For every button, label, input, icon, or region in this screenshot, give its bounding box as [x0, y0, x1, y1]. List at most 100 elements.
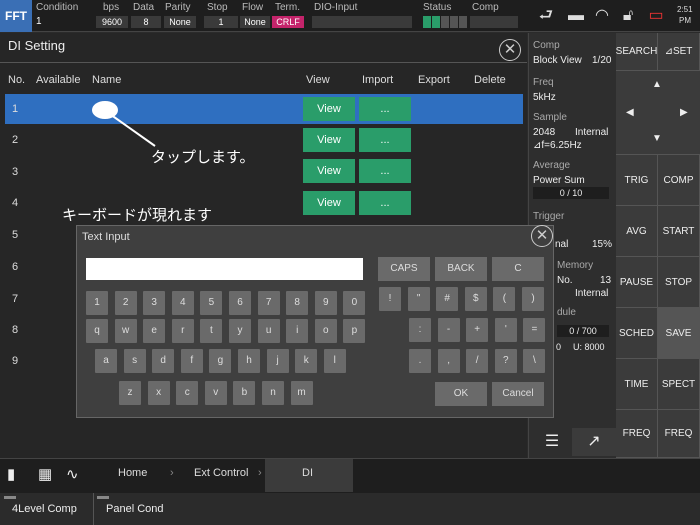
cancel-button[interactable]: Cancel	[492, 382, 544, 406]
import-button[interactable]: ...	[359, 97, 411, 121]
close-keyboard-button[interactable]: ✕	[531, 225, 553, 247]
key[interactable]: k	[295, 349, 318, 373]
arrow-left-icon[interactable]: ◀	[626, 107, 634, 118]
caps-key[interactable]: CAPS	[378, 257, 430, 281]
key[interactable]: m	[290, 381, 313, 405]
key[interactable]: 7	[257, 291, 280, 315]
list-icon[interactable]: ☰	[533, 428, 571, 456]
view-button[interactable]: View	[303, 191, 355, 215]
key[interactable]: 2	[114, 291, 137, 315]
start-button[interactable]: START	[658, 206, 700, 257]
key[interactable]: 8	[286, 291, 309, 315]
key[interactable]: j	[266, 349, 289, 373]
key[interactable]: $	[464, 287, 487, 311]
key[interactable]: !	[379, 287, 401, 311]
key[interactable]: 6	[229, 291, 251, 315]
key[interactable]: v	[204, 381, 227, 405]
view-button[interactable]: View	[303, 128, 355, 152]
key[interactable]: /	[466, 349, 489, 373]
arrow-up-icon[interactable]: ▲	[652, 79, 662, 90]
stop-button[interactable]: STOP	[658, 257, 700, 308]
import-button[interactable]: ...	[359, 159, 411, 183]
key[interactable]: =	[523, 318, 546, 342]
view-button[interactable]: View	[303, 159, 355, 183]
footer-panel-cond[interactable]: Panel Cond	[106, 503, 164, 515]
key[interactable]: 4	[171, 291, 194, 315]
key[interactable]: b	[233, 381, 256, 405]
key[interactable]: .	[409, 349, 431, 373]
expand-arrow-icon[interactable]: ↗	[572, 428, 616, 456]
key[interactable]: t	[200, 319, 223, 343]
time-button[interactable]: TIME	[616, 359, 658, 410]
key[interactable]: )	[522, 287, 544, 311]
sched-button[interactable]: SCHED	[616, 308, 658, 359]
key[interactable]: r	[171, 319, 194, 343]
key[interactable]: h	[238, 349, 260, 373]
key[interactable]: x	[147, 381, 170, 405]
save-button[interactable]: SAVE	[658, 308, 700, 359]
key[interactable]: +	[466, 318, 489, 342]
import-button[interactable]: ...	[359, 191, 411, 215]
key[interactable]: y	[229, 319, 251, 343]
text-input-field[interactable]	[86, 258, 363, 280]
lock-icon[interactable]: 🔓︎	[616, 4, 640, 28]
fft-mode-button[interactable]: FFT	[0, 0, 32, 32]
freq-left-button[interactable]: FREQ	[616, 410, 658, 458]
bar-chart-icon[interactable]: ▮	[7, 465, 15, 483]
breadcrumb-ext-control[interactable]: Ext Control	[194, 467, 248, 479]
key[interactable]: ?	[494, 349, 517, 373]
key[interactable]: e	[143, 319, 166, 343]
key[interactable]: (	[493, 287, 516, 311]
key[interactable]: z	[119, 381, 141, 405]
key[interactable]: q	[86, 319, 108, 343]
key[interactable]: g	[209, 349, 232, 373]
key[interactable]: d	[152, 349, 175, 373]
direction-pad[interactable]: ▲ ▼ ◀ ▶	[616, 71, 700, 155]
key[interactable]: #	[436, 287, 459, 311]
pause-button[interactable]: PAUSE	[616, 257, 658, 308]
key[interactable]: "	[407, 287, 430, 311]
freq-right-button[interactable]: FREQ	[658, 410, 700, 458]
ok-button[interactable]: OK	[435, 382, 487, 406]
key[interactable]: l	[323, 349, 346, 373]
close-dialog-button[interactable]: ✕	[499, 39, 521, 61]
avg-button[interactable]: AVG	[616, 206, 658, 257]
grid-icon[interactable]: ▦	[38, 465, 52, 483]
key[interactable]: '	[494, 318, 517, 342]
import-button[interactable]: ...	[359, 128, 411, 152]
key[interactable]: :	[409, 318, 431, 342]
key[interactable]: \	[523, 349, 546, 373]
key[interactable]: 3	[143, 291, 166, 315]
return-icon[interactable]: ⮐	[534, 4, 558, 28]
key[interactable]: o	[314, 319, 337, 343]
key[interactable]: p	[343, 319, 366, 343]
key[interactable]: w	[114, 319, 137, 343]
footer-4level-comp[interactable]: 4Level Comp	[12, 503, 77, 515]
key[interactable]: ,	[437, 349, 460, 373]
key[interactable]: i	[286, 319, 309, 343]
key[interactable]: 5	[200, 291, 223, 315]
key[interactable]: a	[95, 349, 117, 373]
key[interactable]: c	[176, 381, 199, 405]
back-key[interactable]: BACK	[435, 257, 487, 281]
comp-button[interactable]: COMP	[658, 155, 700, 206]
key[interactable]: f	[180, 349, 203, 373]
view-button[interactable]: View	[303, 97, 355, 121]
key[interactable]: 9	[314, 291, 337, 315]
key[interactable]: n	[262, 381, 284, 405]
key[interactable]: 1	[86, 291, 108, 315]
delta-set-button[interactable]: ⊿SET	[658, 33, 700, 71]
key[interactable]: 0	[343, 291, 366, 315]
key[interactable]: -	[437, 318, 460, 342]
breadcrumb-home[interactable]: Home	[118, 467, 147, 479]
key[interactable]: s	[123, 349, 146, 373]
table-row-selected[interactable]	[5, 94, 523, 124]
arrow-down-icon[interactable]: ▼	[652, 133, 662, 144]
waveform-icon[interactable]: ∿	[66, 465, 79, 483]
arrow-right-icon[interactable]: ▶	[680, 107, 688, 118]
key[interactable]: u	[257, 319, 280, 343]
spect-button[interactable]: SPECT	[658, 359, 700, 410]
clear-key[interactable]: C	[492, 257, 544, 281]
trig-button[interactable]: TRIG	[616, 155, 658, 206]
search-button[interactable]: SEARCH	[616, 33, 658, 71]
